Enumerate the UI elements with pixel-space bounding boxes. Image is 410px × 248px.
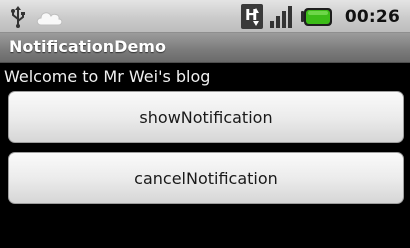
- clock-time: 00:26: [344, 6, 400, 27]
- usb-icon: [10, 5, 26, 28]
- cloud-icon: [35, 8, 63, 26]
- show-notification-button[interactable]: showNotification: [8, 91, 404, 143]
- app-title: NotificationDemo: [9, 37, 166, 56]
- show-notification-label: showNotification: [139, 107, 273, 127]
- battery-icon: [300, 7, 333, 26]
- app-title-bar: NotificationDemo: [0, 33, 410, 63]
- welcome-text: Welcome to Mr Wei's blog: [4, 67, 211, 86]
- cancel-notification-label: cancelNotification: [134, 168, 278, 188]
- status-bar: H 00:26: [0, 0, 410, 33]
- hsdpa-icon: H: [240, 4, 263, 29]
- signal-icon: [269, 5, 295, 29]
- status-left-icons: [10, 4, 63, 29]
- status-right-icons: H 00:26: [240, 4, 400, 29]
- cancel-notification-button[interactable]: cancelNotification: [8, 152, 404, 204]
